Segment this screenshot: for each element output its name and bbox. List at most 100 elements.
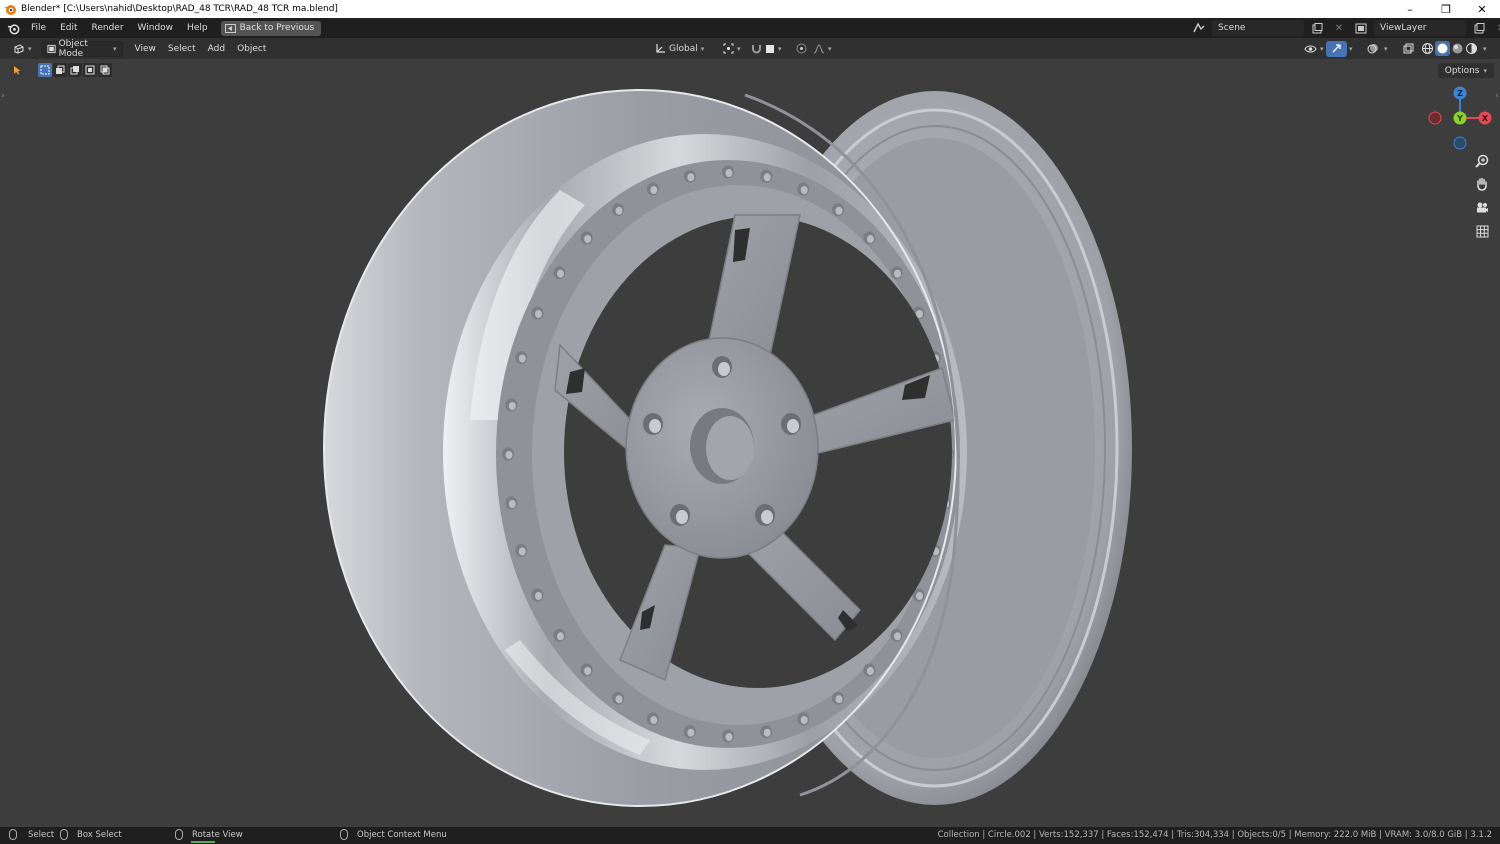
hint-select: Select (9, 829, 54, 840)
top-menu-bar: File Edit Render Window Help Back to Pre… (0, 18, 1500, 38)
gizmo-icon (1332, 44, 1341, 53)
3d-viewport[interactable]: Options ▾ › ‹ Z X Y (0, 59, 1500, 827)
menu-render[interactable]: Render (85, 18, 131, 38)
rim-bolt-head (615, 695, 623, 704)
pan-view-hand-icon[interactable] (1472, 174, 1492, 194)
menu-window[interactable]: Window (131, 18, 181, 38)
rim-bolt-head (650, 186, 658, 194)
middle-mouse-icon (175, 829, 183, 840)
blender-logo-icon (4, 5, 16, 15)
window-title: Blender* [C:\Users\nahid\Desktop\RAD_48 … (21, 4, 338, 14)
gizmo-dropdown[interactable]: ▾ (1344, 41, 1358, 57)
view-layer-field[interactable]: ViewLayer (1374, 20, 1466, 36)
hint-box-select-label: Box Select (77, 829, 122, 840)
scene-statistics: Collection | Circle.002 | Verts:152,337 … (937, 830, 1492, 840)
camera-view-icon[interactable] (1472, 198, 1492, 218)
hint-rotate-view-label: Rotate View (192, 829, 243, 840)
new-scene-icon[interactable] (1308, 20, 1326, 36)
new-view-layer-icon[interactable] (1470, 20, 1488, 36)
scene-icon[interactable] (1190, 20, 1208, 36)
minimize-button[interactable]: – (1392, 0, 1428, 18)
pivot-point-dropdown[interactable]: ▾ (718, 41, 746, 57)
rim-bolt-head (557, 632, 564, 641)
scene-selector-group: Scene ✕ ViewLayer ✕ (1190, 20, 1500, 36)
hint-context-menu: Object Context Menu (340, 829, 447, 840)
back-icon (224, 23, 236, 33)
toggle-perspective-grid-icon[interactable] (1472, 221, 1492, 241)
transform-orientation-dropdown[interactable]: Global ▾ (650, 41, 709, 57)
menu-object[interactable]: Object (231, 44, 272, 54)
rim-bolt-head (584, 667, 592, 675)
editor-type-button[interactable]: ▾ (8, 41, 37, 57)
hint-rotate-view: Rotate View (175, 829, 243, 840)
rim-bolt-head (763, 173, 771, 182)
menu-edit[interactable]: Edit (53, 18, 84, 38)
gizmo-z-label: Z (1457, 89, 1463, 98)
rim-bolt-head (687, 173, 695, 182)
material-shading-icon[interactable] (1451, 42, 1464, 55)
zoom-view-icon[interactable] (1472, 151, 1492, 171)
gizmo-y-label: Y (1456, 114, 1463, 123)
xray-icon (1403, 43, 1414, 54)
rim-bolt-head (518, 354, 526, 363)
wireframe-shading-icon[interactable] (1421, 42, 1434, 55)
rim-bolt-head (687, 728, 695, 737)
rim-bolt-head (557, 269, 564, 278)
object-mode-icon (46, 44, 56, 53)
viewport-header: ▾ Object Mode ▾ View Select Add Object G… (0, 38, 1500, 59)
rim-bolt-head (650, 716, 658, 724)
menu-help[interactable]: Help (180, 18, 215, 38)
close-button[interactable]: ✕ (1464, 0, 1500, 18)
rendered-shading-icon[interactable] (1465, 42, 1478, 55)
rim-bolt-head (763, 728, 771, 737)
overlays-icon (1367, 44, 1378, 54)
menu-select[interactable]: Select (162, 44, 202, 54)
rotate-view-indicator (191, 841, 215, 843)
overlays-dropdown[interactable]: ▾ (1379, 41, 1393, 57)
shading-modes (1416, 41, 1483, 57)
rim-bolt-head (800, 716, 808, 724)
eye-icon (1304, 45, 1317, 52)
snap-increment-icon (766, 44, 774, 53)
visibility-dropdown[interactable]: ▾ (1299, 41, 1329, 57)
editor-type-icon (14, 44, 24, 54)
rim-bolt-head (866, 667, 874, 675)
mode-dropdown[interactable]: Object Mode ▾ (40, 39, 123, 59)
title-bar: Blender* [C:\Users\nahid\Desktop\RAD_48 … (0, 0, 1500, 18)
rim-bolt-head (535, 310, 542, 318)
rim-bolt-head (505, 451, 513, 459)
menu-add[interactable]: Add (202, 44, 231, 54)
remove-scene-icon[interactable]: ✕ (1330, 20, 1348, 36)
rim-bolt-head (584, 235, 592, 243)
remove-view-layer-icon[interactable]: ✕ (1492, 20, 1500, 36)
rim-bolt-head (916, 592, 923, 600)
back-to-previous-label: Back to Previous (239, 23, 315, 33)
hint-select-label: Select (28, 829, 55, 840)
proportional-edit-icon (796, 43, 807, 54)
back-to-previous-button[interactable]: Back to Previous (220, 20, 322, 36)
menu-view[interactable]: View (129, 44, 162, 54)
snap-target-dropdown[interactable]: ▾ (760, 41, 787, 57)
rim-bolt-head (508, 402, 516, 410)
blender-menu-icon[interactable] (2, 18, 24, 38)
rim-bolt-head (894, 632, 901, 641)
rim-bolt-head (916, 310, 923, 318)
gizmo-x-label: X (1482, 114, 1489, 123)
falloff-dropdown[interactable]: ▾ (808, 41, 837, 57)
rim-bolt-head (800, 186, 808, 194)
status-bar: Select Box Select Rotate View Object Con… (0, 827, 1500, 844)
hint-box-select: Box Select (60, 829, 122, 840)
rim-bolt-head (894, 269, 901, 278)
scene-name: Scene (1218, 23, 1246, 33)
orientation-icon (656, 44, 665, 53)
restore-button[interactable]: ❐ (1428, 0, 1464, 18)
rim-bolt-head (725, 169, 733, 177)
wheel-model[interactable] (0, 59, 1500, 827)
view-layer-icon[interactable] (1352, 20, 1370, 36)
navigation-gizmo[interactable]: Z X Y (1425, 84, 1495, 154)
left-mouse-icon (9, 829, 17, 840)
menu-file[interactable]: File (24, 18, 53, 38)
solid-shading-icon[interactable] (1435, 41, 1450, 56)
scene-field[interactable]: Scene (1212, 20, 1304, 36)
shading-dropdown[interactable]: ▾ (1478, 41, 1492, 57)
